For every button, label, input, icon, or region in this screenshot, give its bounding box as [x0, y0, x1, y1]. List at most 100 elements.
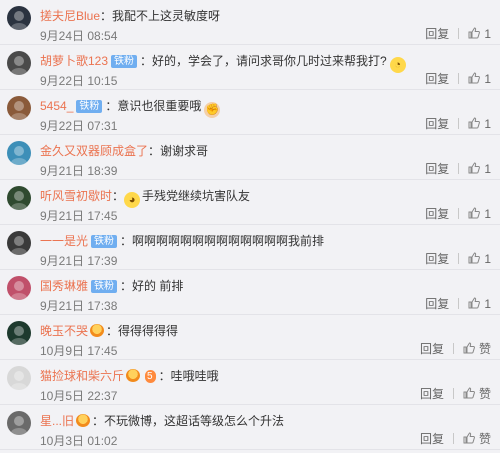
comment-item: 胡萝卜歌123 铁粉 ：好的，学会了，请问求哥你几时过来帮我打? ◔ 9月22日 10:… [0, 45, 500, 90]
comment-list: 搓夫尼Blue：我配不上这灵敏度呀 9月24日 08:54 回复 1 胡萝卜歌123 铁粉… [0, 0, 500, 453]
reply-button[interactable]: 回复 [425, 297, 449, 311]
thumbs-up-icon [468, 162, 481, 174]
divider [458, 208, 460, 219]
comment-username[interactable]: 星...旧 [40, 414, 74, 428]
thumbs-up-icon [463, 432, 475, 444]
avatar[interactable] [7, 141, 31, 165]
comment-username[interactable]: 晚玉不哭 [40, 324, 88, 338]
reply-button[interactable]: 回复 [425, 27, 449, 41]
like-button[interactable]: 1 [468, 27, 491, 41]
separator-colon: ： [120, 234, 133, 248]
avatar[interactable] [7, 411, 31, 435]
divider [458, 73, 460, 84]
like-button[interactable]: 1 [468, 162, 491, 176]
like-count: 1 [484, 27, 491, 41]
comment-username[interactable]: 国秀琳雅 [40, 279, 88, 293]
like-count: 1 [484, 207, 491, 221]
like-button[interactable]: 1 [468, 72, 491, 86]
comment-username[interactable]: 胡萝卜歌123 [40, 54, 108, 68]
comment-actions: 回复 1 [425, 252, 491, 266]
comment-actions: 回复 赞 [420, 387, 491, 401]
avatar[interactable] [7, 276, 31, 300]
divider [452, 343, 454, 354]
comment-item: 一一是光 铁粉 ：啊啊啊啊啊啊啊啊啊啊啊啊啊我前排 9月21日 17:39 回复 1 [0, 225, 500, 270]
avatar[interactable] [7, 231, 31, 255]
avatar[interactable] [7, 51, 31, 75]
like-button[interactable]: 赞 [463, 387, 491, 401]
avatar[interactable] [7, 96, 31, 120]
avatar[interactable] [7, 6, 31, 30]
like-button[interactable]: 1 [468, 252, 491, 266]
like-button[interactable]: 赞 [463, 342, 491, 356]
comment-username[interactable]: 5454_ [40, 99, 73, 113]
comment-actions: 回复 1 [425, 297, 491, 311]
avatar[interactable] [7, 321, 31, 345]
comment-item: 星...旧 ：不玩微博，这超话等级怎么个升法 10月3日 01:02 回复 赞 [0, 405, 500, 450]
fan-badge: 铁粉 [91, 235, 118, 248]
reply-button[interactable]: 回复 [425, 207, 449, 221]
thumbs-up-icon [468, 72, 481, 84]
comment-time: 9月21日 17:45 [40, 209, 118, 223]
reply-button[interactable]: 回复 [425, 252, 449, 266]
reply-button[interactable]: 回复 [425, 117, 449, 131]
reply-button[interactable]: 回复 [425, 72, 449, 86]
comment-item: 听风雪初歇时： ◕ 手残党继续坑害队友 9月21日 17:45 回复 1 [0, 180, 500, 225]
like-button[interactable]: 赞 [463, 432, 491, 446]
comment-item: 搓夫尼Blue：我配不上这灵敏度呀 9月24日 08:54 回复 1 [0, 0, 500, 45]
comment-time: 9月21日 17:38 [40, 299, 118, 313]
comment-time: 9月22日 10:15 [40, 74, 118, 88]
like-count: 1 [484, 252, 491, 266]
like-button[interactable]: 1 [468, 207, 491, 221]
comment-actions: 回复 1 [425, 117, 491, 131]
like-count: 1 [484, 72, 491, 86]
comment-text: 啊啊啊啊啊啊啊啊啊啊啊啊啊我前排 [132, 234, 325, 248]
comment-item: 金久又双器顾成盒了：谢谢求哥 9月21日 18:39 回复 1 [0, 135, 500, 180]
comment-username[interactable]: 搓夫尼Blue [40, 9, 100, 23]
separator-colon: ： [106, 324, 119, 338]
avatar[interactable] [7, 366, 31, 390]
fan-badge: 铁粉 [76, 100, 103, 113]
comment-username[interactable]: 猫捡球和柴六斤 [40, 369, 124, 383]
fan-badge: 铁粉 [91, 280, 118, 293]
like-button[interactable]: 1 [468, 297, 491, 311]
comment-time: 9月21日 17:39 [40, 254, 118, 268]
comment-username[interactable]: 听风雪初歇时 [40, 189, 112, 203]
comment-username[interactable]: 金久又双器顾成盒了 [40, 144, 148, 158]
thumbs-up-icon [468, 207, 481, 219]
thumbs-up-icon [468, 117, 481, 129]
comment-actions: 回复 赞 [420, 432, 491, 446]
comment-time: 9月24日 08:54 [40, 29, 118, 43]
reply-button[interactable]: 回复 [420, 342, 444, 356]
separator-colon: ： [112, 189, 125, 203]
level-badge: 5 [145, 370, 156, 383]
comment-username[interactable]: 一一是光 [40, 234, 88, 248]
comment-text: 谢谢求哥 [160, 144, 209, 158]
comment-actions: 回复 1 [425, 162, 491, 176]
comment-text: 我配不上这灵敏度呀 [112, 9, 221, 23]
comment-text: 手残党继续坑害队友 [142, 189, 251, 203]
fist-emoji-icon: ✊ [204, 102, 221, 118]
like-count: 1 [484, 297, 491, 311]
comment-text: 不玩微博，这超话等级怎么个升法 [104, 414, 285, 428]
reply-button[interactable]: 回复 [420, 387, 444, 401]
comment-item: 晚玉不哭 ：得得得得得 10月9日 17:45 回复 赞 [0, 315, 500, 360]
like-button[interactable]: 1 [468, 117, 491, 131]
reply-button[interactable]: 回复 [420, 432, 444, 446]
medal-icon [76, 414, 91, 427]
reply-button[interactable]: 回复 [425, 162, 449, 176]
comment-item: 国秀琳雅 铁粉 ：好的 前排 9月21日 17:38 回复 1 [0, 270, 500, 315]
avatar[interactable] [7, 186, 31, 210]
comment-time: 10月5日 22:37 [40, 389, 118, 403]
comment-text: 好的 前排 [132, 279, 184, 293]
comment-text: 哇哦哇哦 [170, 369, 219, 383]
comment-actions: 回复 1 [425, 72, 491, 86]
thumbs-up-icon [468, 27, 481, 39]
comment-actions: 回复 赞 [420, 342, 491, 356]
separator-colon: ： [140, 54, 153, 68]
separator-colon: ： [92, 414, 105, 428]
like-count: 赞 [478, 342, 491, 356]
separator-colon: ： [100, 9, 113, 23]
comment-actions: 回复 1 [425, 207, 491, 221]
comment-time: 9月22日 07:31 [40, 119, 118, 133]
divider [458, 298, 460, 309]
